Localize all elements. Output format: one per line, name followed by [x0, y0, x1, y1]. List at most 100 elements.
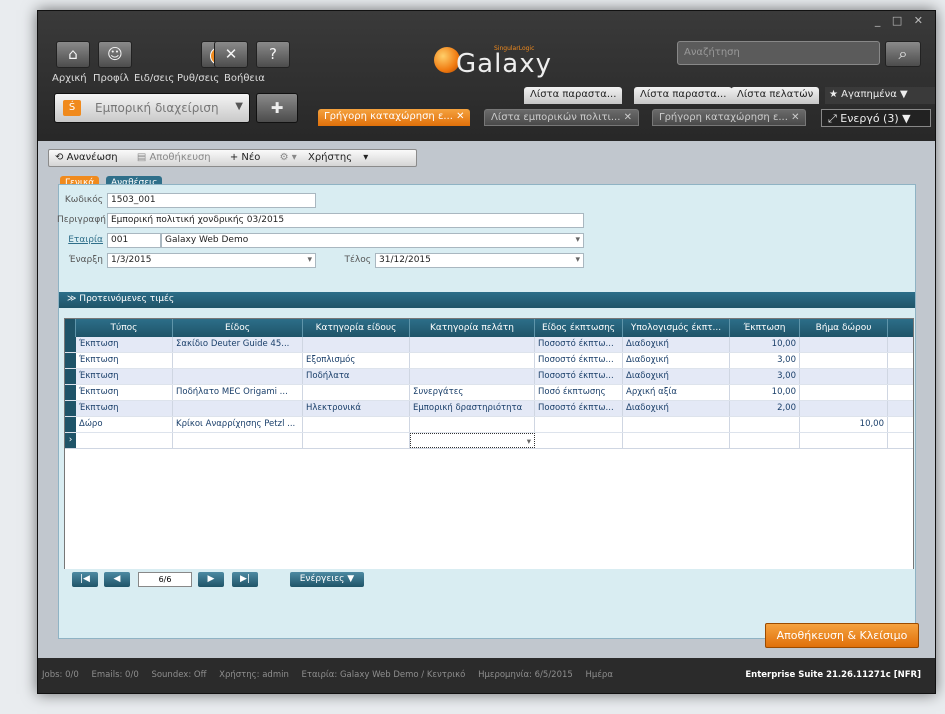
new-cell-type[interactable] [76, 433, 173, 448]
search-icon[interactable]: ⌕ [885, 41, 921, 67]
cell-item[interactable]: Κρίκοι Αναρρίχησης Petzl ... [173, 417, 303, 432]
cell-item-category[interactable]: Εξοπλισμός [303, 353, 410, 368]
col-discount[interactable]: Έκπτωση [730, 319, 800, 337]
new-cell-customer-category-select[interactable] [410, 433, 535, 448]
new-row[interactable]: › [65, 433, 913, 449]
favorites-menu[interactable]: ★ Αγαπημένα ▼ [825, 87, 935, 104]
cell-discount[interactable]: 10,00 [730, 385, 800, 400]
cell-item[interactable]: Σακίδιο Deuter Guide 45... [173, 337, 303, 352]
tab-quick-entry[interactable]: Γρήγορη καταχώρηση ε... ✕ [652, 109, 807, 126]
cell-type[interactable]: Έκπτωση [76, 353, 173, 368]
cell-customer-category[interactable] [410, 369, 535, 384]
cell-item-category[interactable]: Ηλεκτρονικά [303, 401, 410, 416]
save-button[interactable]: ▤ Αποθήκευση [137, 152, 219, 163]
col-customer-category[interactable]: Κατηγορία πελάτη [410, 319, 535, 337]
cell-item-category[interactable] [303, 417, 410, 432]
table-row[interactable]: Έκπτωση Ηλεκτρονικά Εμπορική δραστηριότη… [65, 401, 913, 417]
page-indicator[interactable]: 6/6 [138, 572, 192, 587]
cell-customer-category[interactable]: Εμπορική δραστηριότητα [410, 401, 535, 416]
cell-customer-category[interactable] [410, 353, 535, 368]
col-discount-type[interactable]: Είδος έκπτωσης [535, 319, 623, 337]
cell-discount[interactable]: 10,00 [730, 337, 800, 352]
module-selector[interactable]: Ś Εμπορική διαχείριση ▼ [54, 93, 250, 123]
nav-label-home[interactable]: Αρχική [52, 73, 87, 84]
tab-list-representatives-1[interactable]: Λίστα παραστα... [524, 87, 623, 104]
settings-icon[interactable]: ✕ [214, 41, 248, 68]
cell-item[interactable]: Ποδήλατο MEC Origami ... [173, 385, 303, 400]
row-selector[interactable] [65, 417, 76, 432]
cell-discount-calc[interactable] [623, 417, 730, 432]
help-icon[interactable]: ? [256, 41, 290, 68]
cell-discount[interactable]: 3,00 [730, 369, 800, 384]
tab-quick-entry-active[interactable]: Γρήγορη καταχώρηση ε... ✕ [318, 109, 471, 126]
save-and-close-button[interactable]: Αποθήκευση & Κλείσιμο [765, 623, 919, 648]
cell-gift-step[interactable] [800, 401, 888, 416]
user-icon[interactable]: ☺ [98, 41, 132, 68]
table-row[interactable]: Έκπτωση Εξοπλισμός Ποσοστό έκπτω... Διαδ… [65, 353, 913, 369]
row-selector[interactable] [65, 369, 76, 384]
puzzle-icon[interactable]: ✚ [256, 93, 298, 123]
row-selector[interactable] [65, 385, 76, 400]
cell-discount-calc[interactable]: Διαδοχική [623, 369, 730, 384]
cell-item[interactable] [173, 369, 303, 384]
new-cell-item[interactable] [173, 433, 303, 448]
cell-type[interactable]: Έκπτωση [76, 385, 173, 400]
next-page-button[interactable]: ▶ [198, 572, 224, 587]
cell-item[interactable] [173, 353, 303, 368]
cell-discount-type[interactable]: Ποσοστό έκπτω... [535, 369, 623, 384]
cell-discount[interactable]: 3,00 [730, 353, 800, 368]
tab-list-customers[interactable]: Λίστα πελατών [731, 87, 820, 104]
user-menu-button[interactable]: Χρήστης ▾ [308, 152, 368, 163]
code-field[interactable]: 1503_001 [107, 193, 316, 208]
cell-discount-calc[interactable]: Διαδοχική [623, 337, 730, 352]
cell-discount-calc[interactable]: Διαδοχική [623, 401, 730, 416]
new-cell-discount-calc[interactable] [623, 433, 730, 448]
cell-discount[interactable] [730, 417, 800, 432]
company-code-field[interactable]: 001 [107, 233, 161, 248]
nav-label-profile[interactable]: Προφίλ [93, 73, 129, 84]
active-windows-menu[interactable]: ⤢ Ενεργό (3) ▼ [821, 109, 931, 127]
cell-item-category[interactable]: Ποδήλατα [303, 369, 410, 384]
defaults-section-header[interactable]: ≫ Προτεινόμενες τιμές [59, 292, 915, 308]
cell-type[interactable]: Έκπτωση [76, 337, 173, 352]
cell-discount-calc[interactable]: Διαδοχική [623, 353, 730, 368]
home-icon[interactable]: ⌂ [56, 41, 90, 68]
first-page-button[interactable]: |◀ [72, 572, 98, 587]
cell-customer-category[interactable] [410, 337, 535, 352]
cell-discount[interactable]: 2,00 [730, 401, 800, 416]
nav-label-settings[interactable]: Ρυθ/σεις [177, 73, 219, 84]
cell-gift-step[interactable] [800, 369, 888, 384]
table-row[interactable]: Έκπτωση Ποδήλατα Ποσοστό έκπτω... Διαδοχ… [65, 369, 913, 385]
cell-discount-type[interactable]: Ποσό έκπτωσης [535, 385, 623, 400]
cell-gift-step[interactable] [800, 385, 888, 400]
cell-discount-type[interactable] [535, 417, 623, 432]
actions-menu-button[interactable]: Ενέργειες ▼ [290, 572, 364, 587]
row-selector[interactable] [65, 337, 76, 352]
cell-discount-type[interactable]: Ποσοστό έκπτω... [535, 401, 623, 416]
last-page-button[interactable]: ▶| [232, 572, 258, 587]
end-date-field[interactable]: 31/12/2015 [375, 253, 584, 268]
tab-list-representatives-2[interactable]: Λίστα παραστα... [634, 87, 733, 104]
cell-gift-step[interactable] [800, 353, 888, 368]
cell-gift-step[interactable] [800, 337, 888, 352]
row-selector[interactable] [65, 401, 76, 416]
window-controls[interactable]: _ □ ✕ [875, 14, 927, 27]
cell-customer-category[interactable] [410, 417, 535, 432]
nav-label-help[interactable]: Βοήθεια [224, 73, 265, 84]
company-name-select[interactable]: Galaxy Web Demo [161, 233, 584, 248]
refresh-button[interactable]: ⟲ Ανανέωση [55, 152, 126, 163]
new-cell-discount[interactable] [730, 433, 800, 448]
gear-icon[interactable]: ⚙ ▾ [280, 152, 297, 163]
table-row[interactable]: Έκπτωση Ποδήλατο MEC Origami ... Συνεργά… [65, 385, 913, 401]
cell-gift-step[interactable]: 10,00 [800, 417, 888, 432]
row-selector[interactable] [65, 353, 76, 368]
new-button[interactable]: + Νέο [230, 152, 269, 163]
col-discount-calc[interactable]: Υπολογισμός έκπτ... [623, 319, 730, 337]
col-gift-step[interactable]: Βήμα δώρου [800, 319, 888, 337]
col-item[interactable]: Είδος [173, 319, 303, 337]
cell-discount-type[interactable]: Ποσοστό έκπτω... [535, 337, 623, 352]
new-cell-discount-type[interactable] [535, 433, 623, 448]
new-cell-item-category[interactable] [303, 433, 410, 448]
cell-item-category[interactable] [303, 385, 410, 400]
tab-commercial-policies[interactable]: Λίστα εμπορικών πολιτι... ✕ [484, 109, 639, 126]
